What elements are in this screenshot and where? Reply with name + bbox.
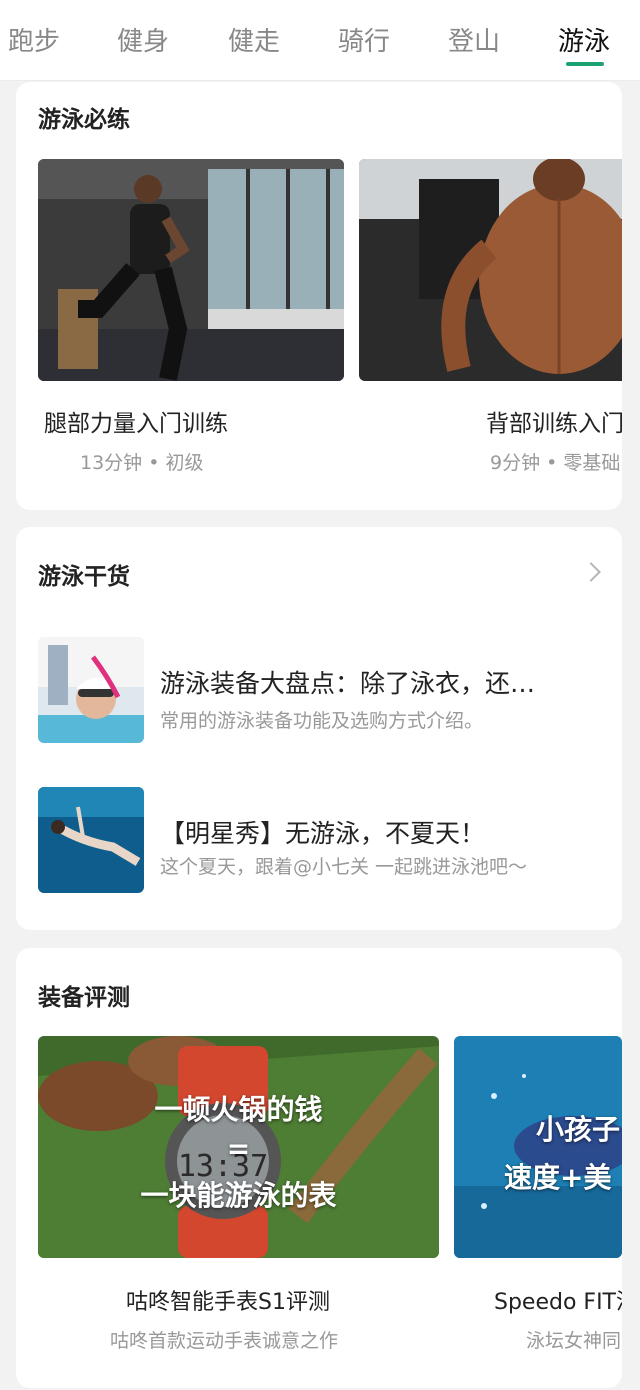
review-desc: 泳坛女神同 xyxy=(526,1330,622,1352)
tab-cycling[interactable]: 骑行 xyxy=(338,22,390,62)
course-meta: 9分钟 • 零基础 xyxy=(490,452,621,474)
active-tab-indicator xyxy=(566,62,604,66)
tab-running[interactable]: 跑步 xyxy=(8,22,60,62)
article-desc: 常用的游泳装备功能及选购方式介绍。 xyxy=(160,710,484,732)
section-title: 游泳必练 xyxy=(38,107,130,133)
must-practice-card: 游泳必练 腿部力量入门训练 13分钟 • 初级 背部训练入门 9分钟 • 零基础 xyxy=(16,82,622,510)
review-overlay-line2: 速度+美 xyxy=(504,1161,612,1194)
review-desc: 咕咚首款运动手表诚意之作 xyxy=(110,1330,339,1352)
review-name[interactable]: Speedo FIT泳 xyxy=(494,1284,622,1316)
sport-tab-bar: 跑步 健身 健走 骑行 登山 游泳 xyxy=(0,0,640,81)
article-title[interactable]: 游泳装备大盘点：除了泳衣，还… xyxy=(160,664,600,700)
review-overlay-line2: = xyxy=(226,1132,251,1165)
article-desc: 这个夏天，跟着@小七关 一起跳进泳池吧～ xyxy=(160,856,528,878)
tab-swimming[interactable]: 游泳 xyxy=(558,22,610,62)
tab-fitness[interactable]: 健身 xyxy=(117,22,169,62)
review-overlay-line1: 一顿火锅的钱 xyxy=(154,1093,323,1126)
article-title[interactable]: 【明星秀】无游泳，不夏天！ xyxy=(160,814,600,850)
gear-review-card: 装备评测 13:37 一顿火锅的钱 = 一块能游泳的表 咕咚智能手表S1评测 咕… xyxy=(16,948,622,1388)
chevron-right-icon[interactable] xyxy=(581,562,601,582)
tab-walking[interactable]: 健走 xyxy=(228,22,280,62)
tab-hiking[interactable]: 登山 xyxy=(448,22,500,62)
section-title: 游泳干货 xyxy=(38,564,130,590)
review-overlay-line1: 小孩子 xyxy=(536,1113,621,1146)
article-thumb[interactable] xyxy=(38,637,144,743)
review-overlay-line3: 一块能游泳的表 xyxy=(140,1179,337,1212)
course-meta: 13分钟 • 初级 xyxy=(80,452,204,474)
course-name[interactable]: 腿部力量入门训练 xyxy=(44,404,228,438)
swim-tips-card: 游泳干货 游泳装备大盘点：除了泳衣，还… 常用的游泳装备功能及选购方式介绍。 【… xyxy=(16,527,622,930)
review-name[interactable]: 咕咚智能手表S1评测 xyxy=(126,1284,330,1316)
course-name[interactable]: 背部训练入门 xyxy=(486,404,622,438)
course-image-leg[interactable] xyxy=(38,159,344,381)
section-title: 装备评测 xyxy=(38,985,130,1011)
article-thumb[interactable] xyxy=(38,787,144,893)
course-image-back[interactable] xyxy=(359,159,622,381)
